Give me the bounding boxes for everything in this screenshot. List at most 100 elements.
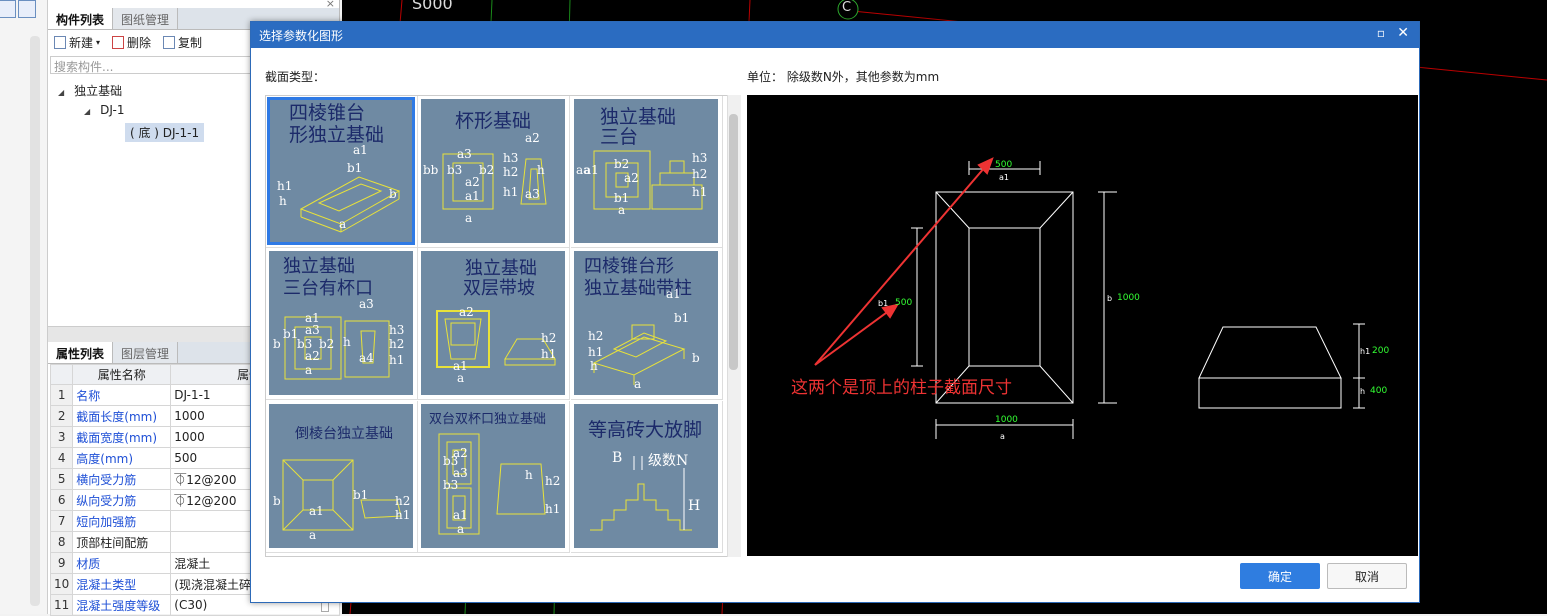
shape-dim-label: bb (423, 163, 439, 177)
shape-dim-label: h2 (395, 494, 411, 508)
delete-button[interactable]: 删除 (112, 34, 151, 51)
parametric-shape-dialog: 选择参数化图形 ▫ ✕ 截面类型： 单位： 除级数N外，其他参数为mm 四棱锥台… (250, 21, 1420, 603)
tab-layer-management[interactable]: 图层管理 (113, 342, 179, 363)
prop-name: 名称 (72, 384, 172, 406)
shape-dim-label: b (273, 494, 281, 508)
shape-dim-label: h3 (503, 151, 519, 165)
unit-label: 单位： 除级数N外，其他参数为mm (747, 70, 940, 84)
shape-grid: 四棱锥台 形独立基础 a1 b1 h1 h b a 杯形基础 bb b3 a3 b2 a2 a1 h3 h2 h1… (265, 95, 741, 557)
prop-name: 短向加强筋 (72, 510, 172, 532)
row-number: 7 (49, 510, 74, 532)
row-number: 8 (49, 531, 74, 553)
row-number: 11 (49, 594, 74, 616)
shape-thumbnail: 等高砖大放脚 B 级数N H (574, 404, 718, 548)
shape-option[interactable]: 独立基础 三台 aa a1 b2 a2 b1 a h3 h2 h1 (571, 96, 723, 248)
shape-dim-label: h2 (692, 167, 708, 181)
shape-dim-label: h1 (545, 502, 561, 516)
prop-name: 纵向受力筋 (72, 489, 172, 511)
shape-dim-label: a (634, 377, 642, 391)
shape-dim-label: a2 (305, 349, 320, 363)
tab-component-list[interactable]: 构件列表 (48, 8, 114, 29)
shape-dim-label: a3 (359, 297, 374, 311)
shape-dim-label: a (309, 528, 317, 542)
dim-a-value: 1000 (995, 415, 1018, 425)
shape-diagram (592, 324, 686, 385)
dim-h1-value: 200 (1372, 346, 1390, 356)
chevron-down-icon: ▾ (96, 37, 101, 47)
shape-dim-label: h (525, 468, 533, 482)
dim-b-value: 1000 (1117, 293, 1140, 303)
shape-dim-label: a1 (453, 508, 468, 522)
shape-dim-label: b1 (674, 311, 690, 325)
preview-drawing (814, 157, 1365, 439)
shape-dim-label: h1 (395, 508, 411, 522)
shape-dim-label: H (688, 498, 701, 514)
shape-dim-label: h (343, 335, 351, 349)
shape-dim-label: a4 (359, 351, 374, 365)
section-type-label: 截面类型： (265, 70, 326, 84)
tab-drawing-management[interactable]: 图纸管理 (113, 8, 179, 29)
shape-dim-label: h1 (541, 347, 557, 361)
tree-item-dj1[interactable]: ◢ DJ-1 (84, 103, 124, 117)
close-icon[interactable]: ✕ (1397, 25, 1409, 41)
tab-properties[interactable]: 属性列表 (48, 342, 114, 363)
row-number: 6 (49, 489, 74, 511)
shape-dim-label: b1 (347, 161, 363, 175)
annotation-text: 这两个是顶上的柱子截面尺寸 (791, 378, 1012, 398)
shape-option[interactable]: 独立基础 双层带坡 a2 a1 a h2 h1 (418, 248, 570, 400)
shape-dim-label: a1 (584, 163, 599, 177)
shape-dim-label: h2 (389, 337, 405, 351)
dialog-titlebar[interactable]: 选择参数化图形 (251, 22, 1419, 48)
scrollbar-thumb[interactable] (729, 114, 738, 370)
shape-preview: 500 a1 b1 500 b 1000 1000 a h1 200 h 400… (747, 95, 1418, 556)
tree-item-dj1-1[interactable]: ( 底 ) DJ-1-1 (125, 123, 205, 142)
close-icon[interactable]: × (326, 0, 335, 10)
shape-option[interactable]: 杯形基础 bb b3 a3 b2 a2 a1 h3 h2 h1 a2 h a3 a (418, 96, 570, 248)
shape-dim-label: h1 (277, 179, 293, 193)
maximize-icon[interactable]: ▫ (1377, 26, 1385, 40)
shape-dim-label: h1 (389, 353, 405, 367)
shape-dim-label: b3 (447, 163, 463, 177)
shape-dim-label: b2 (479, 163, 495, 177)
shape-dim-label: a1 (353, 143, 368, 157)
copy-icon (163, 35, 176, 49)
shape-dim-label: h (537, 163, 545, 177)
collapse-icon: ◢ (58, 88, 65, 97)
shape-option[interactable]: 双台双杯口独立基础 a2 b3 a3 b3 a1 a h h2 h1 (418, 401, 570, 553)
row-number: 5 (49, 468, 74, 490)
shape-option[interactable]: 四棱锥台 形独立基础 a1 b1 h1 h b a (266, 96, 418, 248)
shape-thumbnail: 杯形基础 bb b3 a3 b2 a2 a1 h3 h2 h1 a2 h a3 a (421, 99, 565, 243)
dim-h-value: 400 (1370, 386, 1388, 396)
prop-name: 混凝土类型 (72, 573, 172, 595)
shape-dim-label: a1 (465, 189, 480, 203)
copy-button[interactable]: 复制 (163, 34, 202, 51)
dim-h-label: h (1360, 387, 1366, 396)
shape-option[interactable]: 四棱锥台形 独立基础带柱 a1 b1 h2 h1 h b a (571, 248, 723, 400)
row-number: 9 (49, 552, 74, 574)
dim-a-label: a (1000, 432, 1005, 441)
ok-button[interactable]: 确定 (1240, 563, 1320, 589)
strip-scrollbar[interactable] (30, 36, 40, 606)
delete-icon (112, 35, 125, 49)
save-icon[interactable] (18, 0, 36, 18)
shape-dim-label: a (457, 371, 465, 385)
shape-dim-label: a2 (459, 305, 474, 319)
shape-option[interactable]: 等高砖大放脚 B 级数N H (571, 401, 723, 553)
shape-option[interactable]: 倒棱台独立基础 b b1 a1 a h2 h1 (266, 401, 418, 553)
axis-c-label: C (842, 0, 852, 15)
new-button[interactable]: 新建 ▾ (54, 34, 100, 51)
shape-dim-label: a (457, 522, 465, 536)
shape-dim-label: b1 (353, 488, 369, 502)
cancel-button[interactable]: 取消 (1327, 563, 1407, 589)
dim-b1-label: b1 (878, 299, 889, 308)
tree-item-root[interactable]: ◢ 独立基础 (58, 82, 122, 99)
prop-name: 高度(mm) (72, 447, 172, 469)
col-prop-name: 属性名称 (72, 364, 172, 385)
shape-option[interactable]: 独立基础 三台有杯口 a1 a3 b1 b3 b2 a2 a b a3 h a4 h3 h2 h1 (266, 248, 418, 400)
shape-thumbnail: 四棱锥台 形独立基础 a1 b1 h1 h b a (267, 97, 415, 245)
shape-dim-label: h2 (588, 329, 604, 343)
list-view-icon[interactable] (0, 0, 16, 18)
shape-dim-label: h1 (503, 185, 519, 199)
shape-dim-label: B (612, 450, 623, 466)
shape-diagram (438, 433, 546, 535)
